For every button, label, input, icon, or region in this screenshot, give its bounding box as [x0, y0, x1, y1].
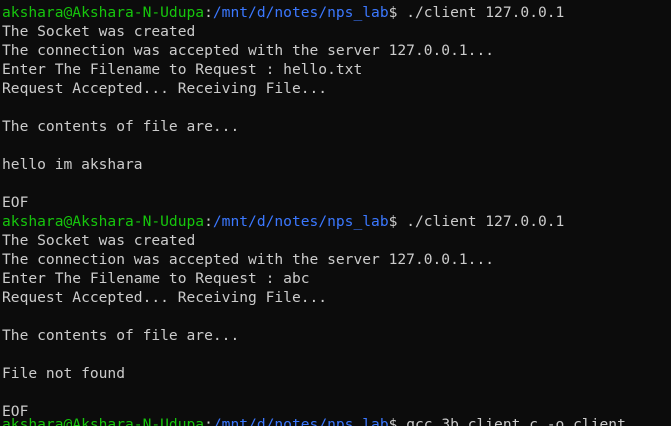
- terminal-window[interactable]: akshara@Akshara-N-Udupa:/mnt/d/notes/nps…: [0, 0, 671, 426]
- output-line: Request Accepted... Receiving File...: [2, 80, 328, 97]
- prompt-path: /mnt/d/notes/nps_lab: [212, 4, 389, 21]
- prompt-path: /mnt/d/notes/nps_lab: [212, 213, 389, 230]
- output-line: File not found: [2, 365, 126, 382]
- prompt-user-host: akshara@Akshara-N-Udupa: [2, 4, 205, 21]
- output-line: Enter The Filename to Request : hello.tx…: [2, 61, 363, 78]
- prompt-user-host: akshara@Akshara-N-Udupa: [2, 213, 205, 230]
- prompt-colon: :: [204, 416, 213, 426]
- prompt-line: akshara@Akshara-N-Udupa:/mnt/d/notes/nps…: [2, 212, 671, 231]
- output-line: The connection was accepted with the ser…: [2, 251, 495, 268]
- output-line: The Socket was created: [2, 23, 196, 40]
- output-line: Request Accepted... Receiving File...: [2, 289, 328, 306]
- output-line: The contents of file are...: [2, 118, 240, 135]
- prompt-command: $ ./client 127.0.0.1: [388, 4, 565, 21]
- output-line: Enter The Filename to Request : abc: [2, 270, 310, 287]
- output-line: The contents of file are...: [2, 327, 240, 344]
- output-line: EOF: [2, 194, 29, 211]
- prompt-colon: :: [204, 213, 213, 230]
- output-line: The Socket was created: [2, 232, 196, 249]
- prompt-line: akshara@Akshara-N-Udupa:/mnt/d/notes/nps…: [2, 3, 671, 22]
- prompt-command: $ gcc 3b_client.c -o client: [388, 416, 626, 426]
- output-line: hello im akshara: [2, 156, 143, 173]
- prompt-path: /mnt/d/notes/nps_lab: [212, 416, 389, 426]
- prompt-colon: :: [204, 4, 213, 21]
- prompt-user-host: akshara@Akshara-N-Udupa: [2, 416, 205, 426]
- cut-off-prompt-line: akshara@Akshara-N-Udupa:/mnt/d/notes/nps…: [2, 415, 626, 426]
- output-line: The connection was accepted with the ser…: [2, 42, 495, 59]
- prompt-command: $ ./client 127.0.0.1: [388, 213, 565, 230]
